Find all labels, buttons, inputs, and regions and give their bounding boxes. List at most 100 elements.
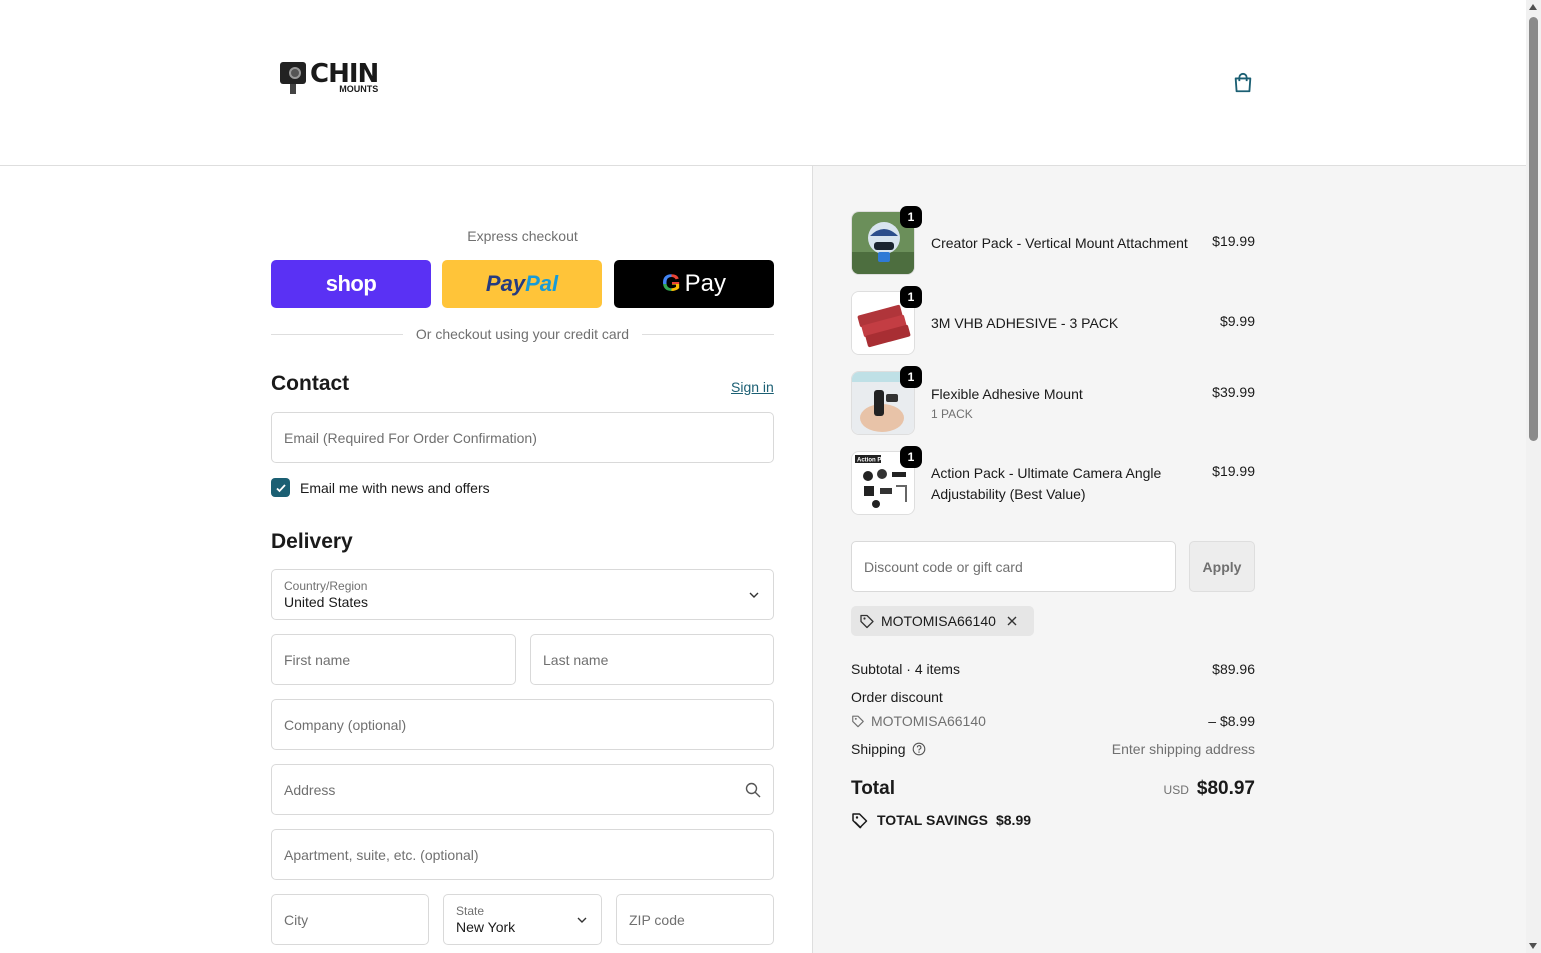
camera-logo-icon [280,60,306,94]
check-icon [275,483,286,492]
state-label: State [456,904,485,918]
applied-discount-chip: MOTOMISA66140 [851,606,1034,636]
sign-in-link[interactable]: Sign in [731,379,774,395]
scroll-down-arrow-icon[interactable] [1529,943,1537,949]
item-name: Flexible Adhesive Mount [931,386,1083,402]
cart-item: 1 3M VHB ADHESIVE - 3 PACK $9.99 [851,286,1255,355]
company-placeholder: Company (optional) [284,716,407,733]
express-checkout-label: Express checkout [467,228,578,244]
paypal-label-pay: Pay [485,271,526,296]
country-select[interactable]: Country/Region United States [271,569,774,620]
item-price: $19.99 [1212,233,1255,249]
store-logo[interactable]: CHIN MOUNTS [280,58,379,94]
last-name-field[interactable]: Last name [530,634,774,685]
last-name-placeholder: Last name [543,651,609,668]
item-price: $39.99 [1212,384,1255,400]
contact-title: Contact [271,372,350,395]
google-g-icon: G [661,270,681,297]
apartment-field[interactable]: Apartment, suite, etc. (optional) [271,829,774,880]
first-name-field[interactable]: First name [271,634,516,685]
chevron-down-icon [577,917,587,923]
applied-discount-code: MOTOMISA66140 [881,613,996,629]
apply-discount-button[interactable]: Apply [1189,541,1255,592]
cart-item: Action Pack 1 Action Pack - Ultimate Cam… [851,446,1255,515]
discount-code-line: MOTOMISA66140 [851,713,986,729]
zip-placeholder: ZIP code [629,911,685,928]
paypal-label-pal: Pal [525,271,559,296]
country-label: Country/Region [284,579,368,593]
first-name-placeholder: First name [284,651,351,668]
paypal-button[interactable]: Pay Pal [442,260,602,308]
quantity-badge: 1 [900,286,922,308]
item-name: 3M VHB ADHESIVE - 3 PACK [931,315,1119,331]
subtotal-row: Subtotal · 4 items $89.96 [851,661,1255,677]
item-price: $9.99 [1219,313,1255,329]
total-label: Total [851,778,895,799]
search-icon [745,782,761,798]
delivery-title: Delivery [271,530,353,553]
item-price: $19.99 [1212,463,1255,479]
savings-label: TOTAL SAVINGS [877,812,988,828]
checkout-form: Express checkout shop Pay Pal G Pay Or che… [0,166,812,953]
city-field[interactable]: City [271,894,429,945]
page-scrollbar[interactable] [1526,0,1541,953]
quantity-badge: 1 [900,366,922,388]
email-placeholder: Email (Required For Order Confirmation) [284,429,537,446]
cart-item: 1 Flexible Adhesive Mount 1 PACK $39.99 [851,366,1255,435]
discount-value: – $8.99 [1208,713,1255,729]
subtotal-label: Subtotal · 4 items [851,661,960,677]
logo-text: CHIN [310,58,379,89]
total-savings: TOTAL SAVINGS $8.99 [851,811,1031,829]
tag-icon [860,614,874,629]
city-placeholder: City [284,911,309,928]
subtotal-value: $89.96 [1212,661,1255,677]
item-variant: 1 PACK [931,407,973,421]
item-name: Action Pack - Ultimate Camera Angle Adju… [931,465,1162,502]
company-field[interactable]: Company (optional) [271,699,774,750]
quantity-badge: 1 [900,206,922,228]
country-value: United States [284,594,369,610]
google-pay-label: Pay [684,270,727,297]
checkout-divider: Or checkout using your credit card [271,326,774,342]
state-value: New York [456,919,516,935]
shopping-bag-icon[interactable] [1232,72,1254,94]
tag-icon [852,715,864,728]
newsletter-checkbox[interactable] [271,478,290,497]
zip-field[interactable]: ZIP code [616,894,774,945]
quantity-badge: 1 [900,446,922,468]
shop-pay-button[interactable]: shop [271,260,431,308]
discount-code-text: MOTOMISA66140 [871,713,986,729]
google-pay-button[interactable]: G Pay [614,260,774,308]
discount-placeholder: Discount code or gift card [864,558,1023,575]
address-placeholder: Address [284,781,336,798]
scroll-up-arrow-icon[interactable] [1529,4,1537,10]
chevron-down-icon [749,592,759,598]
divider-text: Or checkout using your credit card [415,326,630,342]
header: CHIN MOUNTS [0,0,1526,166]
remove-discount-icon[interactable] [1006,615,1018,627]
shipping-label: Shipping [851,741,906,757]
address-field[interactable]: Address [271,764,774,815]
total-row: Total USD $80.97 [851,778,1255,800]
shipping-row: Shipping Enter shipping address [851,741,1255,757]
cart-item: 1 Creator Pack - Vertical Mount Attachme… [851,206,1255,275]
apartment-placeholder: Apartment, suite, etc. (optional) [284,846,479,863]
savings-tag-icon [852,813,868,829]
state-select[interactable]: State New York [443,894,602,945]
email-field[interactable]: Email (Required For Order Confirmation) [271,412,774,463]
order-discount-label: Order discount [851,689,943,705]
total-value: $80.97 [1196,778,1255,799]
savings-value: $8.99 [995,812,1032,828]
order-discount-row: Order discount [851,689,1255,705]
item-name: Creator Pack - Vertical Mount Attachment [931,235,1188,251]
total-currency: USD [1163,783,1189,797]
shop-pay-label: shop [325,271,377,296]
newsletter-option[interactable]: Email me with news and offers [271,478,490,497]
newsletter-label: Email me with news and offers [300,479,490,496]
discount-code-row: MOTOMISA66140 – $8.99 [851,713,1255,729]
scrollbar-thumb[interactable] [1529,17,1538,441]
discount-code-field[interactable]: Discount code or gift card [851,541,1176,592]
shipping-value: Enter shipping address [1111,741,1255,757]
help-icon[interactable] [912,742,926,756]
thumbnail-label: Action Pack [857,458,892,464]
